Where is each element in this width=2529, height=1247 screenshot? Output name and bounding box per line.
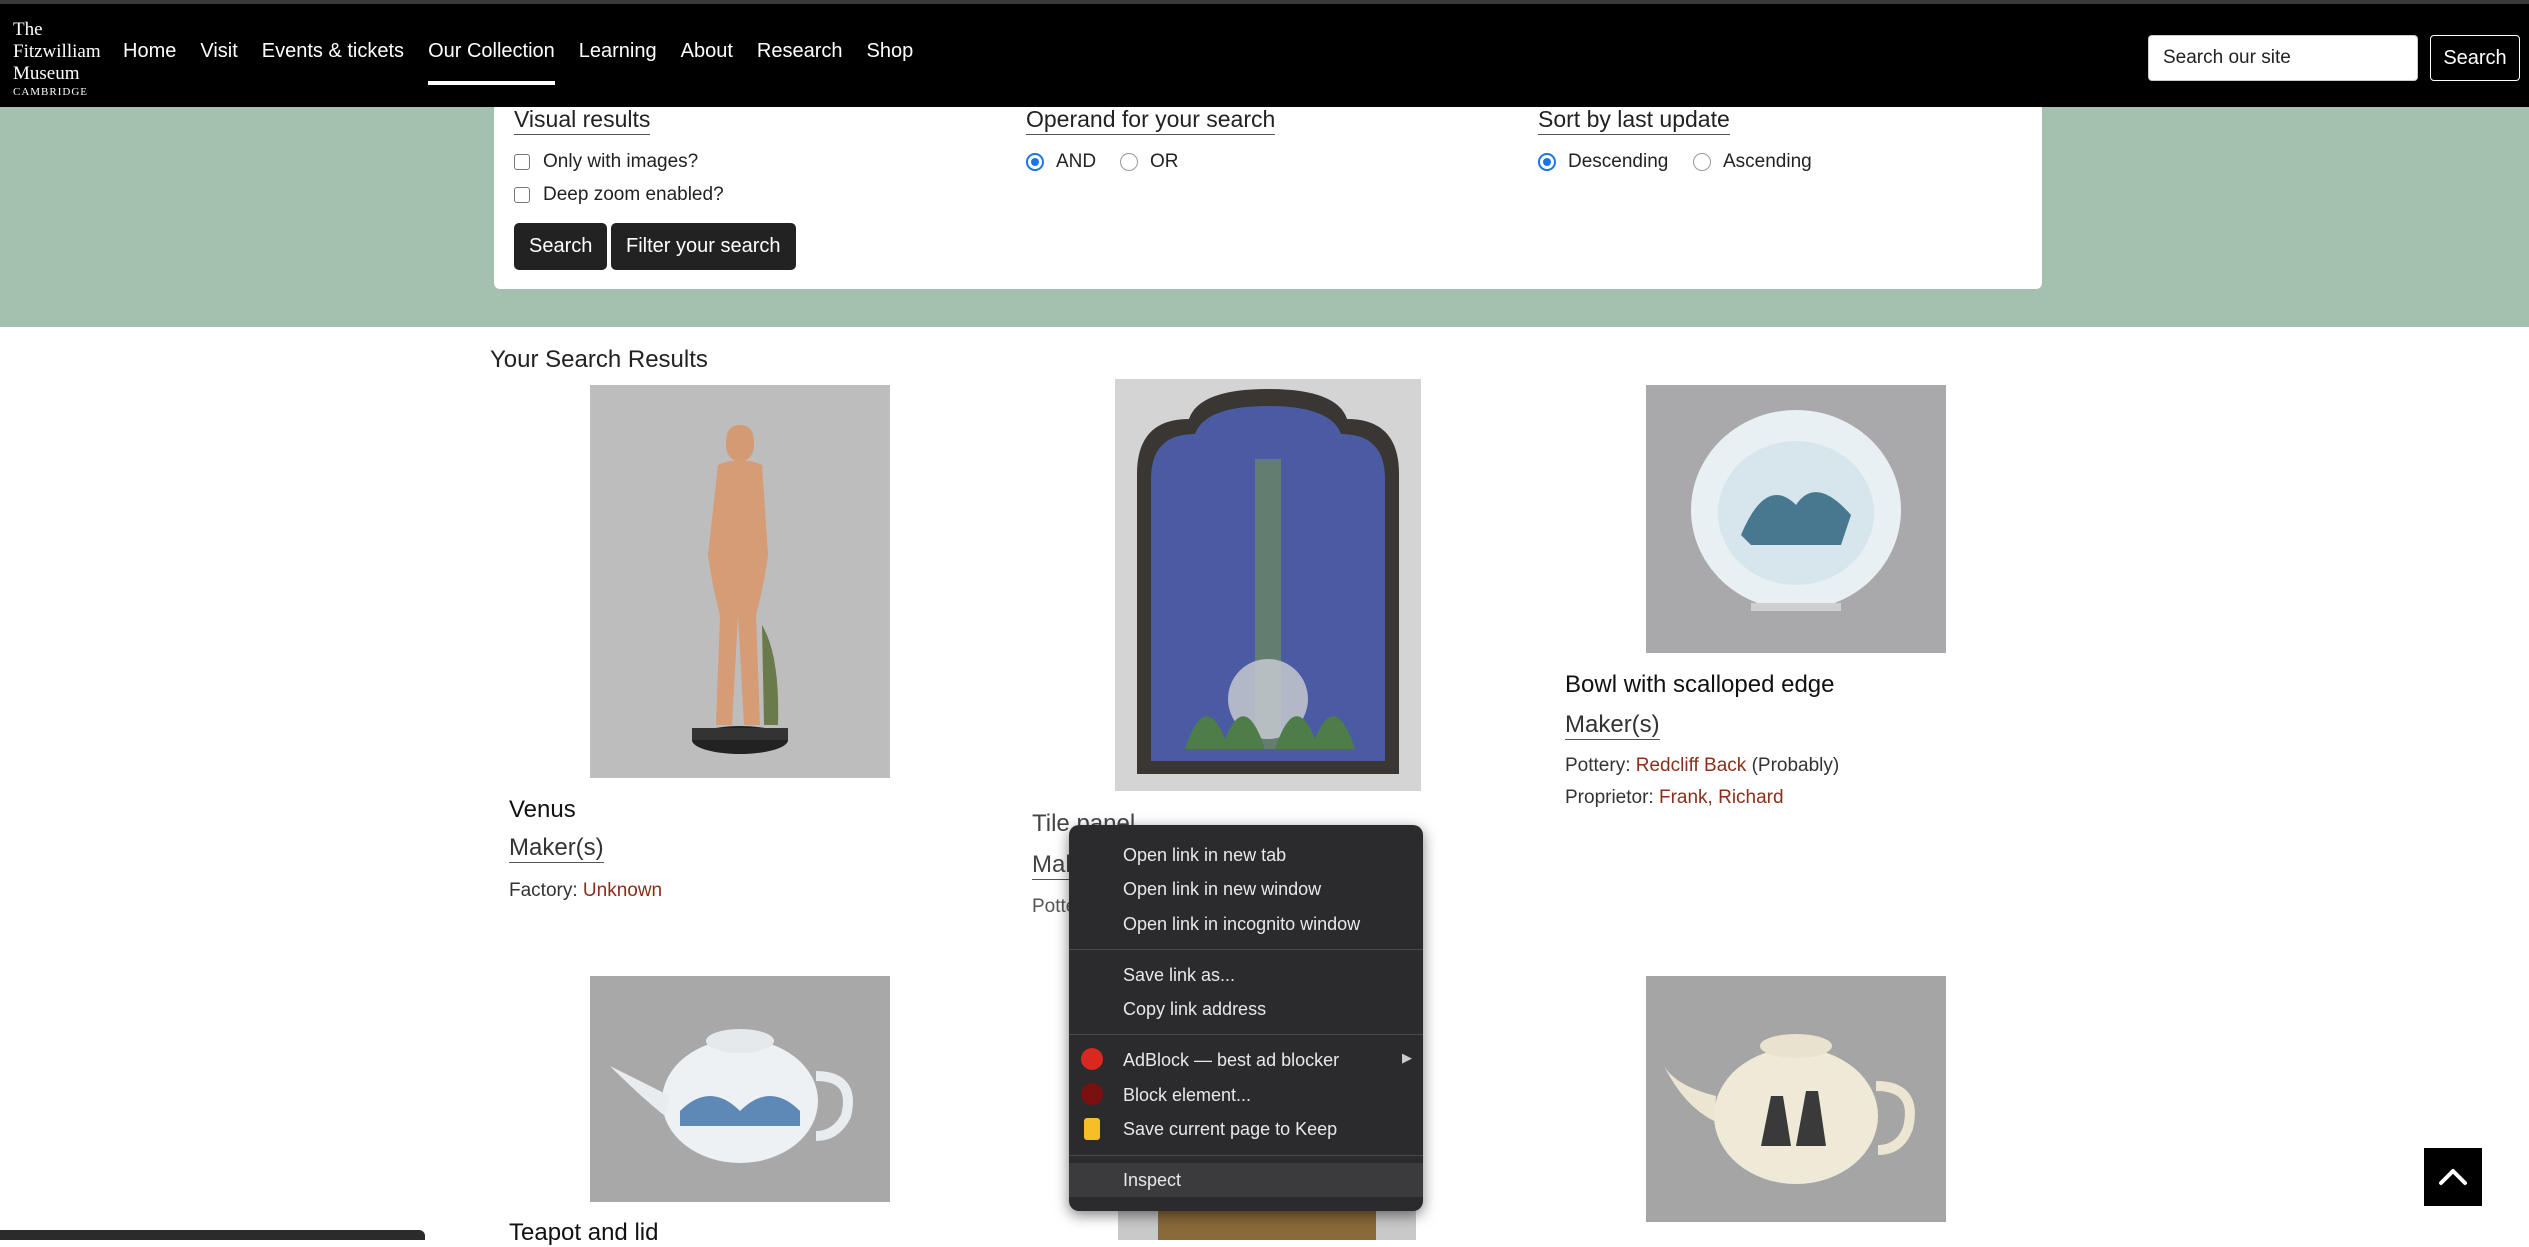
- bowl-image[interactable]: [1646, 385, 1946, 653]
- logo-line: CAMBRIDGE: [13, 86, 89, 98]
- teapot-print-image[interactable]: [1646, 976, 1946, 1222]
- site-search-input[interactable]: Search our site: [2148, 35, 2418, 81]
- tile-panel-picture: [1115, 379, 1421, 791]
- menu-save-to-keep[interactable]: Save current page to Keep: [1123, 1119, 1337, 1140]
- operand-and-label: AND: [1056, 151, 1097, 172]
- logo-line: The: [13, 19, 43, 40]
- result-meta-venus: Factory: Unknown: [509, 880, 662, 902]
- result-maker-bowl[interactable]: Maker(s): [1565, 711, 1660, 740]
- deep-zoom-label: Deep zoom enabled?: [543, 184, 724, 205]
- site-header: The Fitzwilliam Museum CAMBRIDGE Home Vi…: [0, 0, 2529, 107]
- teapot-blue-image[interactable]: [590, 976, 890, 1202]
- museum-logo[interactable]: The Fitzwilliam Museum CAMBRIDGE: [13, 19, 101, 99]
- meta-label: Proprietor:: [1565, 787, 1654, 808]
- operand-and-option[interactable]: AND: [1026, 151, 1096, 173]
- chevron-up-icon: [2439, 1169, 2467, 1185]
- nav-learning[interactable]: Learning: [579, 40, 657, 85]
- filter-panel: Visual results Only with images? Deep zo…: [494, 106, 2042, 289]
- main-nav: Home Visit Events & tickets Our Collecti…: [123, 40, 937, 85]
- result-meta-bowl-proprietor: Proprietor: Frank, Richard: [1565, 787, 1784, 809]
- operand-or-option[interactable]: OR: [1120, 151, 1179, 173]
- sort-descending-option[interactable]: Descending: [1538, 151, 1668, 173]
- menu-separator: [1069, 1155, 1423, 1156]
- menu-inspect[interactable]: Inspect: [1123, 1170, 1181, 1191]
- menu-open-incognito[interactable]: Open link in incognito window: [1123, 914, 1360, 935]
- nav-events-tickets[interactable]: Events & tickets: [262, 40, 404, 85]
- adblock-icon: [1081, 1048, 1103, 1070]
- bottom-toolbar-edge: [0, 1230, 425, 1240]
- sort-heading: Sort by last update: [1538, 106, 1730, 135]
- visual-results-heading: Visual results: [514, 106, 651, 135]
- menu-separator: [1069, 949, 1423, 950]
- operand-or-radio[interactable]: [1120, 153, 1138, 171]
- operand-or-label: OR: [1150, 151, 1179, 172]
- nav-visit[interactable]: Visit: [200, 40, 237, 85]
- context-menu: Open link in new tab Open link in new wi…: [1069, 825, 1423, 1211]
- venus-figure-picture: [590, 385, 890, 778]
- tile-panel-image[interactable]: [1115, 379, 1421, 791]
- only-images-label: Only with images?: [543, 151, 699, 172]
- deep-zoom-checkbox[interactable]: [514, 187, 530, 203]
- nav-shop[interactable]: Shop: [867, 40, 914, 85]
- menu-copy-link-address[interactable]: Copy link address: [1123, 999, 1266, 1020]
- meta-link-proprietor[interactable]: Frank, Richard: [1659, 787, 1784, 808]
- venus-image[interactable]: [590, 385, 890, 778]
- only-images-checkbox[interactable]: [514, 154, 530, 170]
- ublock-icon: [1081, 1083, 1103, 1105]
- teapot-print-picture: [1646, 976, 1946, 1222]
- only-images-option[interactable]: Only with images?: [514, 151, 698, 173]
- operand-heading: Operand for your search: [1026, 106, 1276, 135]
- results-heading: Your Search Results: [490, 346, 708, 373]
- sort-ascending-radio[interactable]: [1693, 153, 1711, 171]
- meta-link-pottery[interactable]: Redcliff Back: [1636, 755, 1747, 776]
- meta-label: Pottery:: [1565, 755, 1631, 776]
- menu-save-link-as[interactable]: Save link as...: [1123, 965, 1235, 986]
- site-search-button[interactable]: Search: [2430, 35, 2520, 81]
- search-button[interactable]: Search: [514, 223, 608, 270]
- result-maker-venus[interactable]: Maker(s): [509, 834, 604, 863]
- operand-and-radio[interactable]: [1026, 153, 1044, 171]
- menu-open-new-window[interactable]: Open link in new window: [1123, 879, 1321, 900]
- menu-separator: [1069, 1034, 1423, 1035]
- filter-search-button[interactable]: Filter your search: [611, 223, 796, 270]
- menu-open-new-tab[interactable]: Open link in new tab: [1123, 845, 1286, 866]
- nav-about[interactable]: About: [681, 40, 733, 85]
- result-title-teapot[interactable]: Teapot and lid: [509, 1219, 658, 1247]
- nav-our-collection[interactable]: Our Collection: [428, 40, 555, 85]
- result-title-venus[interactable]: Venus: [509, 796, 576, 824]
- result-title-bowl[interactable]: Bowl with scalloped edge: [1565, 671, 1835, 699]
- meta-suffix: (Probably): [1751, 755, 1840, 776]
- teapot-blue-picture: [590, 976, 890, 1202]
- sort-ascending-option[interactable]: Ascending: [1693, 151, 1812, 173]
- back-to-top-button[interactable]: [2424, 1148, 2482, 1206]
- submenu-arrow-icon: ▶: [1402, 1050, 1412, 1065]
- logo-line: Fitzwilliam: [13, 41, 101, 62]
- logo-line: Museum: [13, 63, 80, 84]
- sort-descending-radio[interactable]: [1538, 153, 1556, 171]
- nav-home[interactable]: Home: [123, 40, 176, 85]
- keep-icon: [1084, 1118, 1100, 1140]
- menu-block-element[interactable]: Block element...: [1123, 1085, 1251, 1106]
- result-meta-bowl-pottery: Pottery: Redcliff Back (Probably): [1565, 755, 1839, 777]
- meta-label: Factory:: [509, 880, 578, 901]
- sort-descending-label: Descending: [1568, 151, 1669, 172]
- menu-adblock[interactable]: AdBlock — best ad blocker: [1123, 1050, 1339, 1071]
- nav-research[interactable]: Research: [757, 40, 843, 85]
- meta-link-factory[interactable]: Unknown: [583, 880, 662, 901]
- deep-zoom-option[interactable]: Deep zoom enabled?: [514, 184, 724, 206]
- sort-ascending-label: Ascending: [1723, 151, 1812, 172]
- bowl-picture: [1646, 385, 1946, 653]
